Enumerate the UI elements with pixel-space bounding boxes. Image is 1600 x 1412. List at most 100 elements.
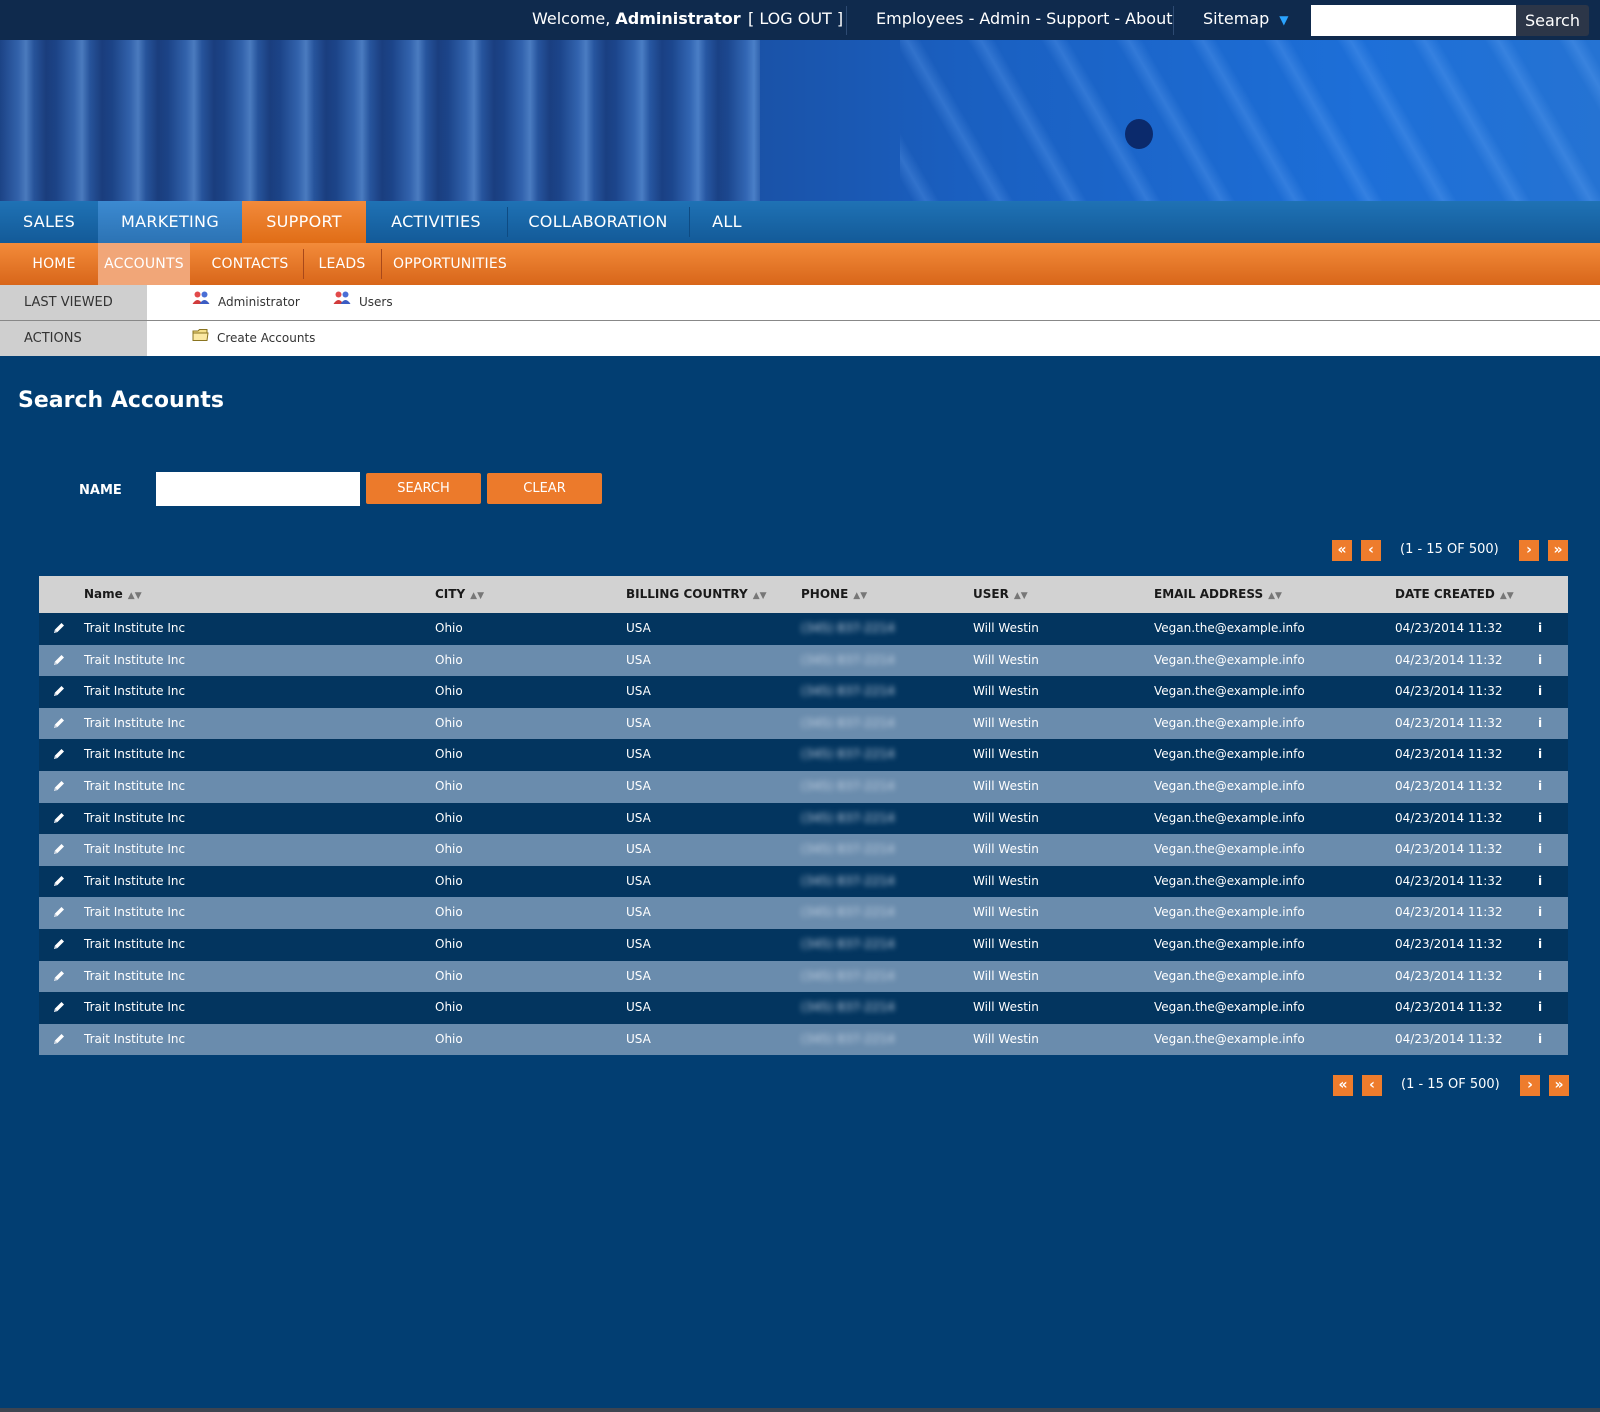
table-row[interactable]: Trait Institute Inc Ohio USA (345) 837-2214… [39, 992, 1568, 1024]
info-icon[interactable]: i [1538, 771, 1542, 802]
prev-page-button[interactable]: ‹ [1362, 1075, 1382, 1096]
table-row[interactable]: Trait Institute Inc Ohio USA (345) 837-2214… [39, 960, 1568, 993]
table-row[interactable]: Trait Institute Inc Ohio USA (345) 837-2214… [39, 928, 1568, 961]
link-support[interactable]: Support [1046, 9, 1109, 28]
subnav-leads[interactable]: LEADS [304, 243, 380, 285]
table-row[interactable]: Trait Institute Inc Ohio USA (345) 837-2214… [39, 1023, 1568, 1056]
info-icon[interactable]: i [1538, 803, 1542, 834]
info-icon[interactable]: i [1538, 613, 1542, 644]
last-viewed-administrator[interactable]: Administrator [192, 285, 300, 320]
first-page-button[interactable]: « [1333, 1075, 1353, 1096]
cell-email[interactable]: Vegan.the@example.info [1154, 1024, 1305, 1055]
cell-name[interactable]: Trait Institute Inc [84, 866, 185, 897]
cell-email[interactable]: Vegan.the@example.info [1154, 929, 1305, 960]
nav-support[interactable]: SUPPORT [242, 201, 366, 243]
pencil-icon[interactable] [52, 842, 66, 856]
pencil-icon[interactable] [52, 969, 66, 983]
pencil-icon[interactable] [52, 653, 66, 667]
cell-name[interactable]: Trait Institute Inc [84, 834, 185, 865]
link-about[interactable]: About [1125, 9, 1172, 28]
cell-email[interactable]: Vegan.the@example.info [1154, 645, 1305, 676]
pencil-icon[interactable] [52, 621, 66, 635]
info-icon[interactable]: i [1538, 834, 1542, 865]
pencil-icon[interactable] [52, 684, 66, 698]
subnav-opportunities[interactable]: OPPORTUNITIES [382, 243, 518, 285]
info-icon[interactable]: i [1538, 992, 1542, 1023]
cell-name[interactable]: Trait Institute Inc [84, 961, 185, 992]
name-search-input[interactable] [156, 472, 360, 506]
nav-marketing[interactable]: MARKETING [98, 201, 242, 243]
pencil-icon[interactable] [52, 779, 66, 793]
cell-name[interactable]: Trait Institute Inc [84, 929, 185, 960]
column-header-city[interactable]: CITY ▲▼ [435, 576, 484, 613]
nav-activities[interactable]: ACTIVITIES [366, 201, 506, 243]
cell-name[interactable]: Trait Institute Inc [84, 992, 185, 1023]
info-icon[interactable]: i [1538, 929, 1542, 960]
cell-name[interactable]: Trait Institute Inc [84, 897, 185, 928]
link-employees[interactable]: Employees [876, 9, 964, 28]
info-icon[interactable]: i [1538, 1024, 1542, 1055]
pencil-icon[interactable] [52, 905, 66, 919]
table-row[interactable]: Trait Institute Inc Ohio USA (345) 837-2214… [39, 770, 1568, 803]
subnav-accounts[interactable]: ACCOUNTS [98, 243, 190, 285]
cell-email[interactable]: Vegan.the@example.info [1154, 708, 1305, 739]
cell-email[interactable]: Vegan.the@example.info [1154, 897, 1305, 928]
pencil-icon[interactable] [52, 1000, 66, 1014]
pencil-icon[interactable] [52, 1032, 66, 1046]
prev-page-button[interactable]: ‹ [1361, 540, 1381, 561]
column-header-name[interactable]: Name ▲▼ [84, 576, 142, 613]
create-accounts-link[interactable]: Create Accounts [192, 321, 315, 356]
cell-email[interactable]: Vegan.the@example.info [1154, 613, 1305, 644]
pencil-icon[interactable] [52, 874, 66, 888]
info-icon[interactable]: i [1538, 645, 1542, 676]
info-icon[interactable]: i [1538, 739, 1542, 770]
subnav-contacts[interactable]: CONTACTS [202, 243, 298, 285]
column-header-phone[interactable]: PHONE ▲▼ [801, 576, 867, 613]
cell-name[interactable]: Trait Institute Inc [84, 708, 185, 739]
pencil-icon[interactable] [52, 937, 66, 951]
cell-email[interactable]: Vegan.the@example.info [1154, 803, 1305, 834]
next-page-button[interactable]: › [1519, 540, 1539, 561]
table-row[interactable]: Trait Institute Inc Ohio USA (345) 837-2214… [39, 613, 1568, 645]
table-row[interactable]: Trait Institute Inc Ohio USA (345) 837-2214… [39, 644, 1568, 677]
pencil-icon[interactable] [52, 747, 66, 761]
table-row[interactable]: Trait Institute Inc Ohio USA (345) 837-2214… [39, 707, 1568, 740]
global-search-input[interactable] [1311, 5, 1516, 36]
cell-name[interactable]: Trait Institute Inc [84, 739, 185, 770]
cell-email[interactable]: Vegan.the@example.info [1154, 771, 1305, 802]
cell-name[interactable]: Trait Institute Inc [84, 613, 185, 644]
cell-email[interactable]: Vegan.the@example.info [1154, 739, 1305, 770]
next-page-button[interactable]: › [1520, 1075, 1540, 1096]
column-header-email[interactable]: EMAIL ADDRESS ▲▼ [1154, 576, 1282, 613]
first-page-button[interactable]: « [1332, 540, 1352, 561]
cell-name[interactable]: Trait Institute Inc [84, 771, 185, 802]
info-icon[interactable]: i [1538, 897, 1542, 928]
info-icon[interactable]: i [1538, 708, 1542, 739]
last-page-button[interactable]: » [1549, 1075, 1569, 1096]
cell-name[interactable]: Trait Institute Inc [84, 645, 185, 676]
pencil-icon[interactable] [52, 716, 66, 730]
column-header-user[interactable]: USER ▲▼ [973, 576, 1028, 613]
nav-collaboration[interactable]: COLLABORATION [508, 201, 688, 243]
cell-name[interactable]: Trait Institute Inc [84, 1024, 185, 1055]
last-viewed-users[interactable]: Users [333, 285, 393, 320]
cell-name[interactable]: Trait Institute Inc [84, 803, 185, 834]
clear-button[interactable]: CLEAR [487, 473, 602, 504]
table-row[interactable]: Trait Institute Inc Ohio USA (345) 837-2214… [39, 834, 1568, 866]
global-search-button[interactable]: Search [1516, 5, 1589, 36]
cell-email[interactable]: Vegan.the@example.info [1154, 992, 1305, 1023]
search-button[interactable]: SEARCH [366, 473, 481, 504]
info-icon[interactable]: i [1538, 961, 1542, 992]
column-header-date-created[interactable]: DATE CREATED ▲▼ [1395, 576, 1514, 613]
table-row[interactable]: Trait Institute Inc Ohio USA (345) 837-2214… [39, 897, 1568, 929]
table-row[interactable]: Trait Institute Inc Ohio USA (345) 837-2214… [39, 676, 1568, 708]
pencil-icon[interactable] [52, 811, 66, 825]
info-icon[interactable]: i [1538, 676, 1542, 707]
logout-link[interactable]: [ LOG OUT ] [748, 9, 843, 28]
nav-sales[interactable]: SALES [0, 201, 98, 243]
cell-email[interactable]: Vegan.the@example.info [1154, 676, 1305, 707]
cell-email[interactable]: Vegan.the@example.info [1154, 961, 1305, 992]
link-admin[interactable]: Admin [979, 9, 1030, 28]
cell-name[interactable]: Trait Institute Inc [84, 676, 185, 707]
last-page-button[interactable]: » [1548, 540, 1568, 561]
